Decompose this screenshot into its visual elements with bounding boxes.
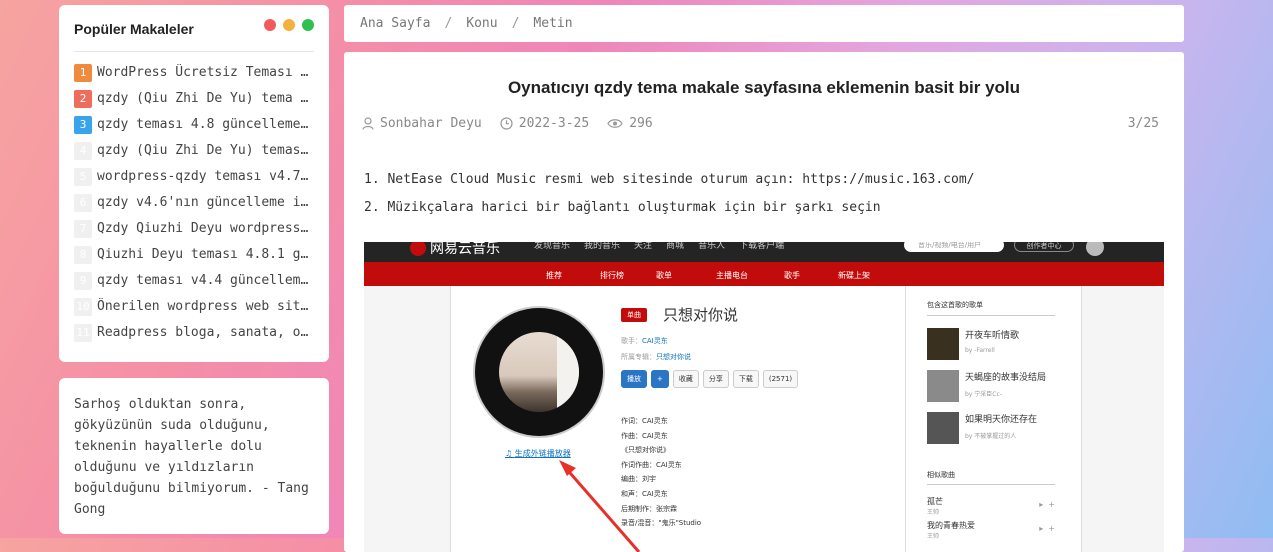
- rank-badge: 2: [74, 90, 92, 108]
- popular-article-title: Önerilen wordpress web sitesi: [97, 299, 314, 314]
- popular-article-item[interactable]: 5 wordpress-qzdy teması v4.7 sürümü: [74, 168, 314, 194]
- date-meta: 2022-3-25: [500, 116, 589, 131]
- rank-badge: 10: [74, 298, 92, 316]
- clock-icon: [500, 116, 513, 130]
- rank-badge: 3: [74, 116, 92, 134]
- user-icon: [362, 116, 374, 130]
- popular-article-title: qzdy teması 4.8 güncelleme notları: [97, 117, 314, 132]
- article-title: Oynatıcıyı qzdy tema makale sayfasına ek…: [507, 78, 1021, 97]
- popular-article-item[interactable]: 4 qzdy (Qiu Zhi De Yu) teması kurulumu: [74, 142, 314, 168]
- popular-article-title: qzdy (Qiu Zhi De Yu) tema güncelleme: [97, 91, 314, 106]
- author-name: Sonbahar Deyu: [380, 115, 482, 131]
- popular-article-item[interactable]: 7 Qzdy Qiuzhi Deyu wordpress teması: [74, 220, 314, 246]
- popular-article-title: Qiuzhi Deyu teması 4.8.1 güncellemesi: [97, 247, 314, 262]
- popular-article-item[interactable]: 6 qzdy v4.6'nın güncelleme içeriği: [74, 194, 314, 220]
- popular-article-title: WordPress Ücretsiz Teması Qzdy: [97, 65, 314, 80]
- close-dot-icon: [264, 19, 276, 31]
- rank-badge: 5: [74, 168, 92, 186]
- author-meta[interactable]: Sonbahar Deyu: [362, 116, 482, 131]
- embedded-screenshot: 网易云音乐 发现音乐 我的音乐 关注 商城 音乐人 下载客户端 音乐/视频/电台/用户 创…: [364, 242, 1164, 552]
- views-meta: 296: [607, 115, 653, 131]
- breadcrumb-current: Metin: [533, 16, 573, 31]
- article-card: Oynatıcıyı qzdy tema makale sayfasına ek…: [344, 52, 1184, 552]
- eye-icon: [607, 118, 623, 128]
- rank-badge: 4: [74, 142, 92, 160]
- breadcrumb: Ana Sayfa / Konu / Metin: [344, 5, 1184, 42]
- popular-article-title: qzdy v4.6'nın güncelleme içeriği: [97, 195, 314, 210]
- window-dots: [264, 19, 314, 31]
- popular-articles-list: 1 WordPress Ücretsiz Teması Qzdy 2 qzdy (Qi…: [74, 64, 314, 350]
- popular-article-item[interactable]: 1 WordPress Ücretsiz Teması Qzdy: [74, 64, 314, 90]
- breadcrumb-separator: /: [511, 16, 520, 31]
- quote-card: Sarhoş olduktan sonra, gökyüzünün suda o…: [59, 378, 329, 534]
- rank-badge: 6: [74, 194, 92, 212]
- minimize-dot-icon: [283, 19, 295, 31]
- article-meta: Sonbahar Deyu 2022-3-25 296 3/25: [362, 114, 1159, 132]
- rank-badge: 8: [74, 246, 92, 264]
- rank-badge: 1: [74, 64, 92, 82]
- quote-text: Sarhoş olduktan sonra, gökyüzünün suda o…: [74, 397, 309, 517]
- popular-article-item[interactable]: 3 qzdy teması 4.8 güncelleme notları: [74, 116, 314, 142]
- popular-articles-title: Popüler Makaleler: [74, 21, 194, 37]
- popular-article-item[interactable]: 8 Qiuzhi Deyu teması 4.8.1 güncellemesi: [74, 246, 314, 272]
- popular-article-item[interactable]: 11 Readpress bloga, sanata, okumaya: [74, 324, 314, 350]
- popular-article-title: wordpress-qzdy teması v4.7 sürümü: [97, 169, 314, 184]
- breadcrumb-home[interactable]: Ana Sayfa: [360, 16, 430, 31]
- maximize-dot-icon: [302, 19, 314, 31]
- popular-article-item[interactable]: 2 qzdy (Qiu Zhi De Yu) tema güncelleme: [74, 90, 314, 116]
- page-indicator: 3/25: [1127, 115, 1159, 131]
- breadcrumb-topic[interactable]: Konu: [466, 16, 497, 31]
- view-count: 296: [629, 115, 653, 131]
- post-date: 2022-3-25: [518, 115, 590, 131]
- breadcrumb-separator: /: [444, 16, 453, 31]
- paragraph-step-2: 2. Müzikçalara harici bir bağlantı oluşt…: [364, 200, 881, 215]
- popular-article-title: qzdy teması v4.4 güncellemesi: [97, 273, 314, 288]
- popular-article-title: qzdy (Qiu Zhi De Yu) teması kurulumu: [97, 143, 314, 158]
- popular-article-item[interactable]: 10 Önerilen wordpress web sitesi: [74, 298, 314, 324]
- popular-article-item[interactable]: 9 qzdy teması v4.4 güncellemesi: [74, 272, 314, 298]
- divider: [74, 51, 314, 52]
- rank-badge: 7: [74, 220, 92, 238]
- popular-articles-card: Popüler Makaleler 1 WordPress Ücretsiz Te…: [59, 5, 329, 362]
- rank-badge: 11: [74, 324, 92, 342]
- paragraph-step-1: 1. NetEase Cloud Music resmi web sitesin…: [364, 172, 975, 187]
- rank-badge: 9: [74, 272, 92, 290]
- popular-article-title: Qzdy Qiuzhi Deyu wordpress teması: [97, 221, 314, 236]
- red-arrow-annotation: [559, 460, 641, 552]
- popular-article-title: Readpress bloga, sanata, okumaya: [97, 325, 314, 340]
